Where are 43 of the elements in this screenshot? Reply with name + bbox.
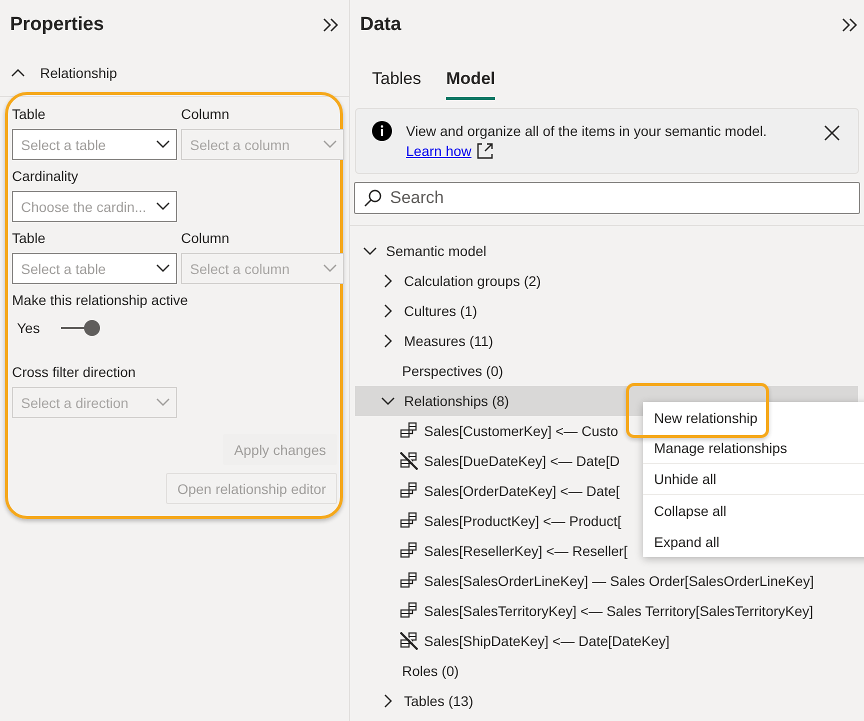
panel-title: Data xyxy=(360,14,402,36)
tree-item[interactable]: Tables (13) xyxy=(355,686,858,716)
menu-item[interactable]: Manage relationships xyxy=(643,433,864,464)
tree-item[interactable]: Sales[SalesTerritoryKey] <— Sales Territory[SalesTerritoryKey] xyxy=(355,596,858,626)
search-icon xyxy=(363,188,382,208)
toggle-label: Yes xyxy=(17,319,40,337)
toggle-switch[interactable] xyxy=(60,319,101,337)
field-label: Cardinality xyxy=(12,167,80,185)
field-label: Column xyxy=(181,105,230,123)
tree-item[interactable]: Sales[SalesOrderLineKey] — Sales Order[SalesOrderLineKey] xyxy=(355,566,858,596)
tree-item[interactable]: Cultures (1) xyxy=(355,296,858,326)
field-label: Make this relationship active xyxy=(12,291,189,309)
external-link-icon xyxy=(476,142,494,160)
tree-item[interactable]: Semantic model xyxy=(355,236,858,266)
close-icon[interactable] xyxy=(824,125,840,141)
tree-item[interactable]: Perspectives (0) xyxy=(355,356,858,386)
tab[interactable]: Tables xyxy=(372,50,422,100)
caret-icon xyxy=(323,140,337,149)
menu-item[interactable]: Expand all xyxy=(643,526,864,557)
tab[interactable]: Model xyxy=(446,50,496,100)
menu-item[interactable]: New relationship xyxy=(643,402,864,433)
collapse-icon[interactable] xyxy=(322,16,339,34)
field-label: Cross filter direction xyxy=(12,363,137,381)
tree-item[interactable]: Sales[ShipDateKey] <— Date[DateKey] xyxy=(355,626,858,656)
tree-item[interactable]: Calculation groups (2) xyxy=(355,266,858,296)
field-label: Table xyxy=(12,105,46,123)
caret-icon xyxy=(323,264,337,273)
field-label: Column xyxy=(181,229,230,247)
collapse-icon[interactable] xyxy=(841,16,858,34)
info-icon xyxy=(372,121,392,141)
field-label: Table xyxy=(12,229,46,247)
section-title: Relationship xyxy=(40,65,118,81)
learn-link[interactable]: Learn how xyxy=(406,141,472,161)
caret-icon xyxy=(156,398,170,407)
menu-item[interactable]: Unhide all xyxy=(643,464,864,495)
info-text: View and organize all of the items in your semantic model. xyxy=(406,122,768,141)
caret-icon xyxy=(156,140,170,149)
tree-item[interactable]: Roles (0) xyxy=(355,656,858,686)
panel-title: Properties xyxy=(10,14,104,36)
caret-icon xyxy=(156,264,170,273)
caret-icon xyxy=(156,202,170,211)
search-field[interactable]: Search xyxy=(354,182,860,214)
tree-item[interactable]: Measures (11) xyxy=(355,326,858,356)
